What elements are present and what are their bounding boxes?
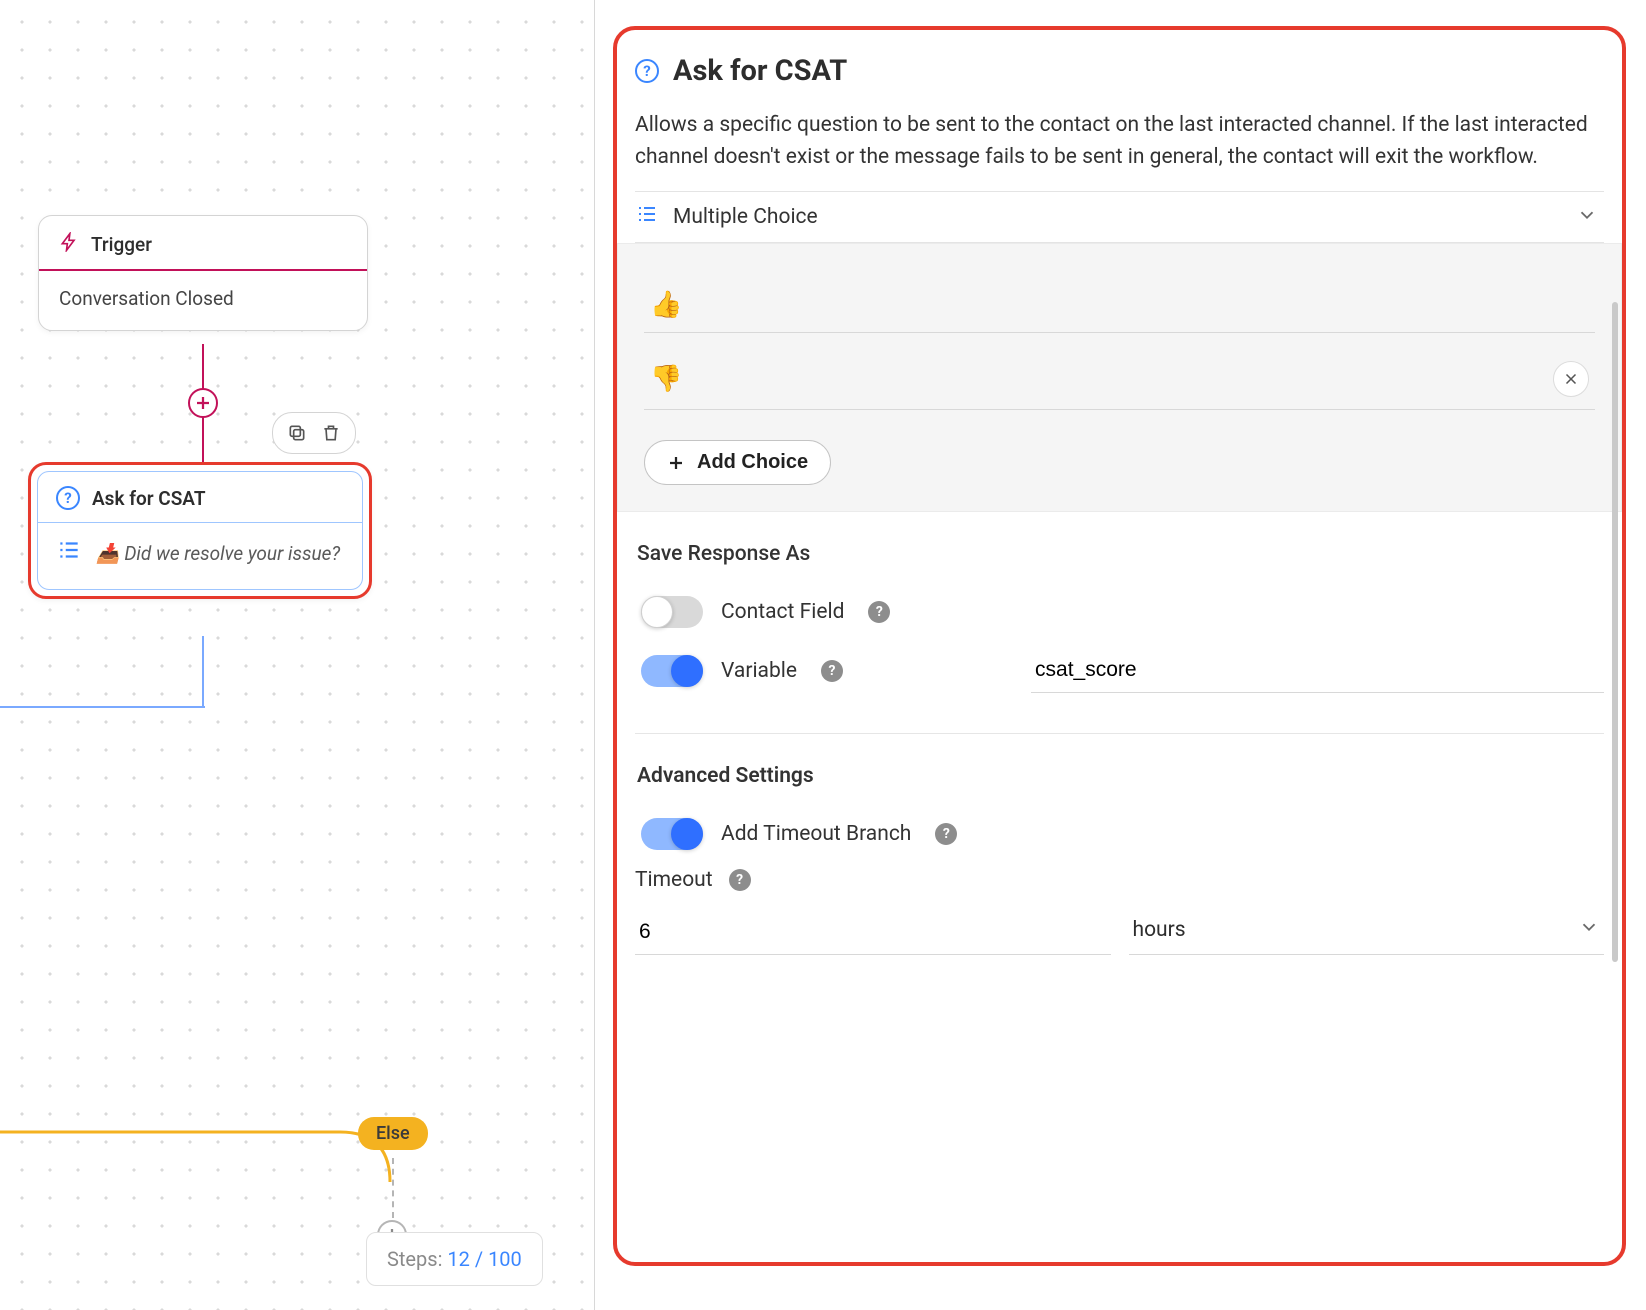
trigger-node[interactable]: Trigger Conversation Closed (38, 215, 368, 331)
choice-value: 👍 (650, 290, 682, 320)
lightning-icon (59, 232, 79, 257)
trigger-event: Conversation Closed (39, 271, 367, 330)
scrollbar[interactable] (1612, 302, 1618, 962)
divider (635, 733, 1604, 734)
details-pane: ? Ask for CSAT Allows a specific questio… (595, 0, 1646, 1310)
ask-node-title: Ask for CSAT (92, 487, 206, 510)
multiple-choice-icon (635, 202, 659, 232)
workflow-canvas[interactable]: Trigger Conversation Closed ? Ask for CS… (0, 0, 595, 1310)
multiple-choice-icon (56, 537, 82, 569)
panel-title: Ask for CSAT (673, 54, 847, 88)
timeout-branch-toggle[interactable] (641, 818, 703, 850)
else-pill[interactable]: Else (358, 1117, 428, 1150)
variable-label: Variable (721, 659, 797, 683)
info-icon[interactable]: ? (935, 823, 957, 845)
remove-choice-button[interactable] (1553, 361, 1589, 397)
info-icon[interactable]: ? (729, 869, 751, 891)
connector-line (0, 706, 205, 708)
else-branch: Else (0, 1072, 396, 1212)
choice-row[interactable]: 👎 (644, 333, 1595, 410)
add-choice-button[interactable]: Add Choice (644, 440, 831, 485)
timeout-branch-label: Add Timeout Branch (721, 822, 911, 846)
add-step-button[interactable] (188, 388, 218, 418)
connector-dashed (392, 1158, 394, 1218)
choice-row[interactable]: 👍 (644, 262, 1595, 333)
ask-csat-node[interactable]: ? Ask for CSAT 📥 Did we resolve your iss… (28, 462, 372, 599)
chevron-down-icon (1576, 204, 1598, 230)
timeout-label: Timeout (635, 868, 713, 892)
timeout-value-input[interactable] (635, 906, 1111, 955)
panel-description: Allows a specific question to be sent to… (635, 110, 1604, 173)
contact-field-toggle[interactable] (641, 596, 703, 628)
choice-value: 👎 (650, 364, 682, 394)
timeout-unit-select[interactable]: hours (1129, 902, 1605, 955)
advanced-settings-label: Advanced Settings (637, 764, 1604, 788)
question-icon: ? (56, 486, 80, 510)
answer-type-value: Multiple Choice (673, 205, 818, 229)
question-icon: ? (635, 59, 659, 83)
steps-counter: Steps: 12 / 100 (366, 1232, 543, 1286)
trigger-title: Trigger (91, 233, 152, 256)
delete-node-button[interactable] (317, 419, 345, 447)
connector-line (202, 636, 204, 708)
variable-name-input[interactable] (1031, 648, 1604, 693)
duplicate-node-button[interactable] (283, 419, 311, 447)
ask-node-prompt: 📥 Did we resolve your issue? (96, 542, 340, 565)
save-response-label: Save Response As (637, 542, 1604, 566)
node-toolbar (272, 412, 356, 454)
answer-type-select[interactable]: Multiple Choice (635, 191, 1604, 243)
chevron-down-icon (1578, 916, 1600, 944)
info-icon[interactable]: ? (821, 660, 843, 682)
choices-list: 👍 👎 Add Choice (617, 243, 1622, 512)
info-icon[interactable]: ? (868, 601, 890, 623)
variable-toggle[interactable] (641, 655, 703, 687)
contact-field-label: Contact Field (721, 600, 844, 624)
